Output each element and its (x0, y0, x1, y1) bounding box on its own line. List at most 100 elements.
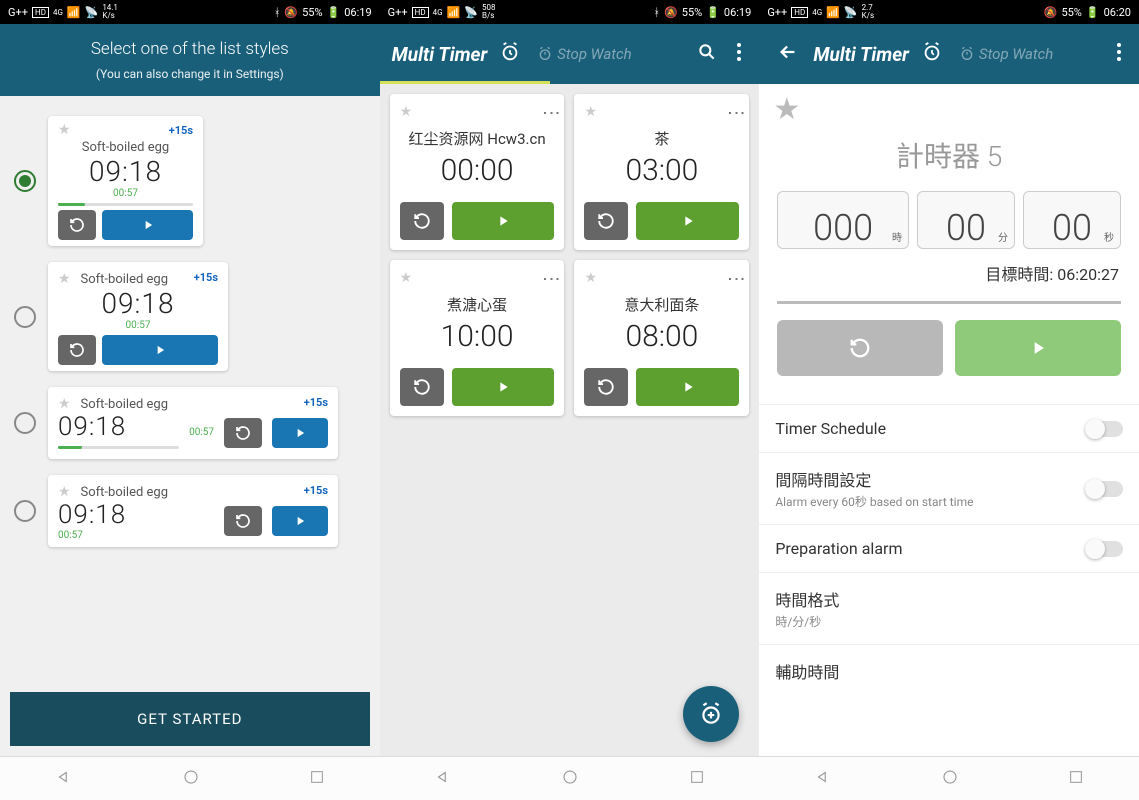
toggle-switch[interactable] (1085, 541, 1123, 557)
setting-label: Preparation alarm (775, 539, 902, 558)
nav-back-icon[interactable] (814, 768, 832, 790)
star-icon[interactable]: ★ (584, 270, 597, 286)
play-button[interactable] (452, 202, 555, 240)
radio-unselected[interactable] (14, 306, 36, 328)
play-button[interactable] (636, 368, 739, 406)
star-icon[interactable]: ★ (400, 270, 413, 286)
nav-back-icon[interactable] (55, 768, 73, 790)
setting-timer-schedule[interactable]: Timer Schedule (759, 404, 1139, 452)
seconds-input[interactable]: 00秒 (1023, 191, 1121, 249)
style-card-4: ★ Soft-boiled egg +15s 09:18 00:57 (48, 475, 338, 547)
back-button[interactable] (771, 35, 805, 73)
radio-unselected[interactable] (14, 500, 36, 522)
plus15-button[interactable]: +15s (169, 124, 193, 137)
plus15-button[interactable]: +15s (304, 484, 328, 497)
setting-aux-time[interactable]: 輔助時間 (759, 644, 1139, 697)
timer-elapsed: 00:57 (58, 188, 193, 199)
nav-recent-icon[interactable] (689, 769, 705, 789)
battery-label: 55% (682, 6, 702, 19)
play-button[interactable] (102, 210, 193, 240)
star-icon: ★ (58, 122, 71, 138)
reset-button[interactable] (400, 368, 444, 406)
reset-button[interactable] (224, 506, 262, 536)
tab-stopwatch[interactable]: Stop Watch (959, 45, 1053, 63)
setting-label: 時間格式 (775, 587, 839, 611)
radio-unselected[interactable] (14, 412, 36, 434)
app-brand[interactable]: Multi Timer (392, 43, 488, 66)
star-icon: ★ (58, 271, 71, 287)
minutes-unit: 分 (998, 229, 1008, 244)
nav-home-icon[interactable] (941, 768, 959, 790)
seconds-unit: 秒 (1104, 229, 1114, 244)
nav-recent-icon[interactable] (1068, 769, 1084, 789)
setting-label: 輔助時間 (775, 659, 839, 683)
hours-input[interactable]: 000時 (777, 191, 909, 249)
reset-button[interactable] (224, 418, 262, 448)
get-started-button[interactable]: GET STARTED (10, 692, 370, 746)
tab-stopwatch[interactable]: Stop Watch (537, 45, 631, 63)
timer-name-input[interactable]: 計時器 5 (773, 135, 1125, 175)
clock-label: 06:20 (1104, 6, 1131, 19)
reset-button[interactable] (58, 335, 96, 365)
hours-value: 000 (813, 210, 873, 246)
timer-edit-body: ★ 計時器 5 000時 00分 00秒 目標時間: 06:20:27 Time… (759, 84, 1139, 756)
timer-card[interactable]: ★⋮ 红尘资源网 Hcw3.cn 00:00 (390, 94, 565, 250)
reset-button[interactable] (400, 202, 444, 240)
minutes-input[interactable]: 00分 (917, 191, 1015, 249)
nav-back-icon[interactable] (434, 768, 452, 790)
setting-label: 間隔時間設定 (775, 467, 973, 491)
carrier-label: G++ (388, 6, 408, 19)
card-menu-icon[interactable]: ⋮ (732, 104, 739, 120)
style-option-4[interactable]: ★ Soft-boiled egg +15s 09:18 00:57 (14, 475, 366, 547)
nav-recent-icon[interactable] (309, 769, 325, 789)
timer-card[interactable]: ★⋮ 意大利面条 08:00 (574, 260, 749, 416)
star-icon[interactable]: ★ (584, 104, 597, 120)
reset-button[interactable] (777, 320, 943, 376)
nav-home-icon[interactable] (561, 768, 579, 790)
radio-selected[interactable] (14, 170, 36, 192)
play-button[interactable] (272, 418, 328, 448)
progress-bar (58, 446, 179, 449)
reset-button[interactable] (58, 210, 96, 240)
play-button[interactable] (955, 320, 1121, 376)
timer-time: 09:18 (58, 155, 193, 188)
timer-card[interactable]: ★⋮ 煮溏心蛋 10:00 (390, 260, 565, 416)
timer-time: 03:00 (584, 153, 739, 188)
card-menu-icon[interactable]: ⋮ (547, 270, 554, 286)
star-icon: ★ (58, 484, 71, 500)
nav-home-icon[interactable] (182, 768, 200, 790)
status-bar: G++ HD 4G 📶 📡 14.1K/s ᚼ 🔕 55% 🔋 06:19 (0, 0, 380, 24)
timer-elapsed: 00:57 (58, 320, 218, 331)
star-icon[interactable]: ★ (400, 104, 413, 120)
card-menu-icon[interactable]: ⋮ (547, 104, 554, 120)
play-button[interactable] (272, 506, 328, 536)
style-option-1[interactable]: ★ +15s Soft-boiled egg 09:18 00:57 (14, 116, 366, 246)
play-button[interactable] (636, 202, 739, 240)
reset-button[interactable] (584, 202, 628, 240)
setting-time-format[interactable]: 時間格式 時/分/秒 (759, 572, 1139, 644)
overflow-menu-button[interactable] (1111, 37, 1127, 71)
card-menu-icon[interactable]: ⋮ (732, 270, 739, 286)
favorite-star-button[interactable]: ★ (773, 92, 800, 127)
setting-preparation-alarm[interactable]: Preparation alarm (759, 524, 1139, 572)
reset-button[interactable] (584, 368, 628, 406)
style-option-3[interactable]: ★ Soft-boiled egg +15s 09:18 00:57 (14, 387, 366, 459)
progress-track (777, 301, 1121, 304)
add-timer-fab[interactable] (683, 686, 739, 742)
onboard-title: Select one of the list styles (91, 39, 289, 59)
plus15-button[interactable]: +15s (304, 396, 328, 409)
play-button[interactable] (452, 368, 555, 406)
overflow-menu-button[interactable] (731, 37, 747, 71)
search-button[interactable] (691, 36, 723, 72)
toggle-switch[interactable] (1085, 421, 1123, 437)
timer-elapsed: 00:57 (58, 530, 214, 541)
app-brand[interactable]: Multi Timer (813, 43, 909, 66)
toggle-switch[interactable] (1085, 481, 1123, 497)
timer-time: 10:00 (400, 319, 555, 354)
setting-interval[interactable]: 間隔時間設定 Alarm every 60秒 based on start ti… (759, 452, 1139, 524)
bluetooth-icon: ᚼ (653, 6, 660, 19)
style-option-2[interactable]: ★ Soft-boiled egg +15s 09:18 00:57 (14, 262, 366, 371)
play-button[interactable] (102, 335, 218, 365)
plus15-button[interactable]: +15s (194, 271, 218, 284)
timer-card[interactable]: ★⋮ 茶 03:00 (574, 94, 749, 250)
